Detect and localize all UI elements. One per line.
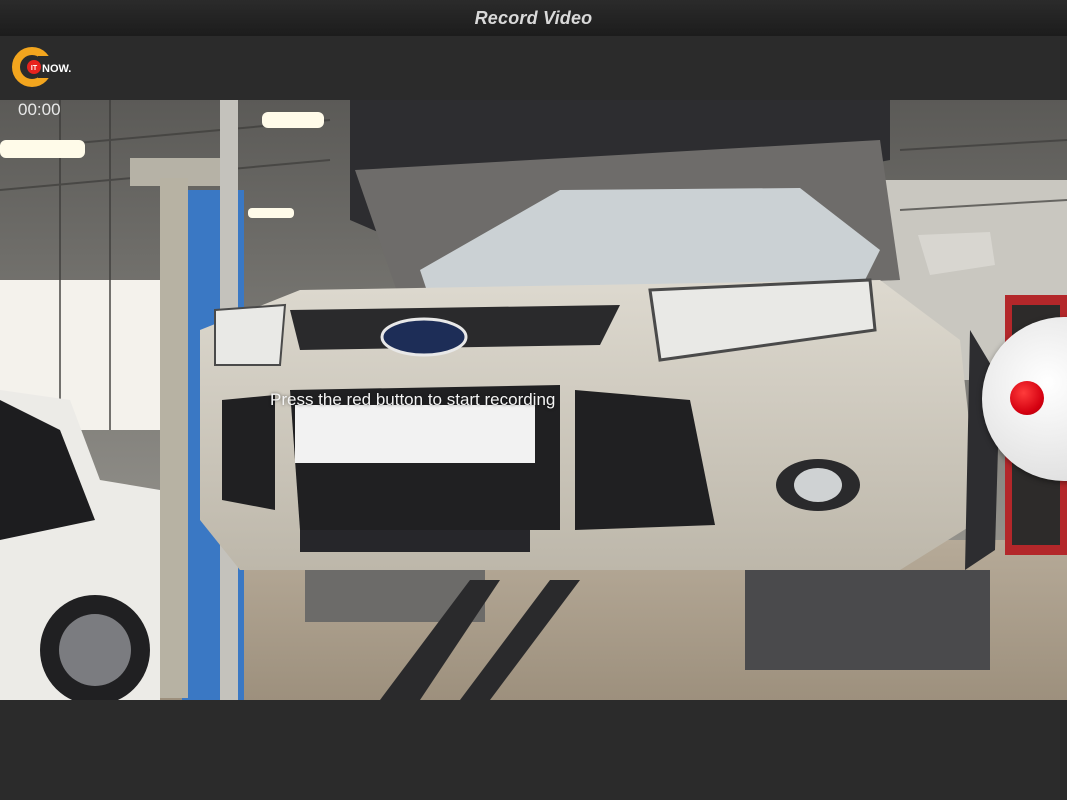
window-title: Record Video	[474, 7, 593, 28]
record-icon	[1010, 381, 1044, 415]
camera-preview: 00:00 Press the red button to start reco…	[0, 100, 1067, 700]
c-it-now-logo: IT NOW.	[12, 47, 72, 87]
logo-badge: IT	[31, 65, 38, 72]
logo-word: NOW.	[42, 63, 71, 75]
recording-hint: Press the red button to start recording	[270, 390, 556, 409]
title-bar: Record Video	[0, 0, 1067, 36]
bottom-bar	[0, 700, 1067, 800]
app-bar: IT NOW.	[0, 36, 1067, 100]
recording-timer: 00:00	[18, 100, 61, 119]
